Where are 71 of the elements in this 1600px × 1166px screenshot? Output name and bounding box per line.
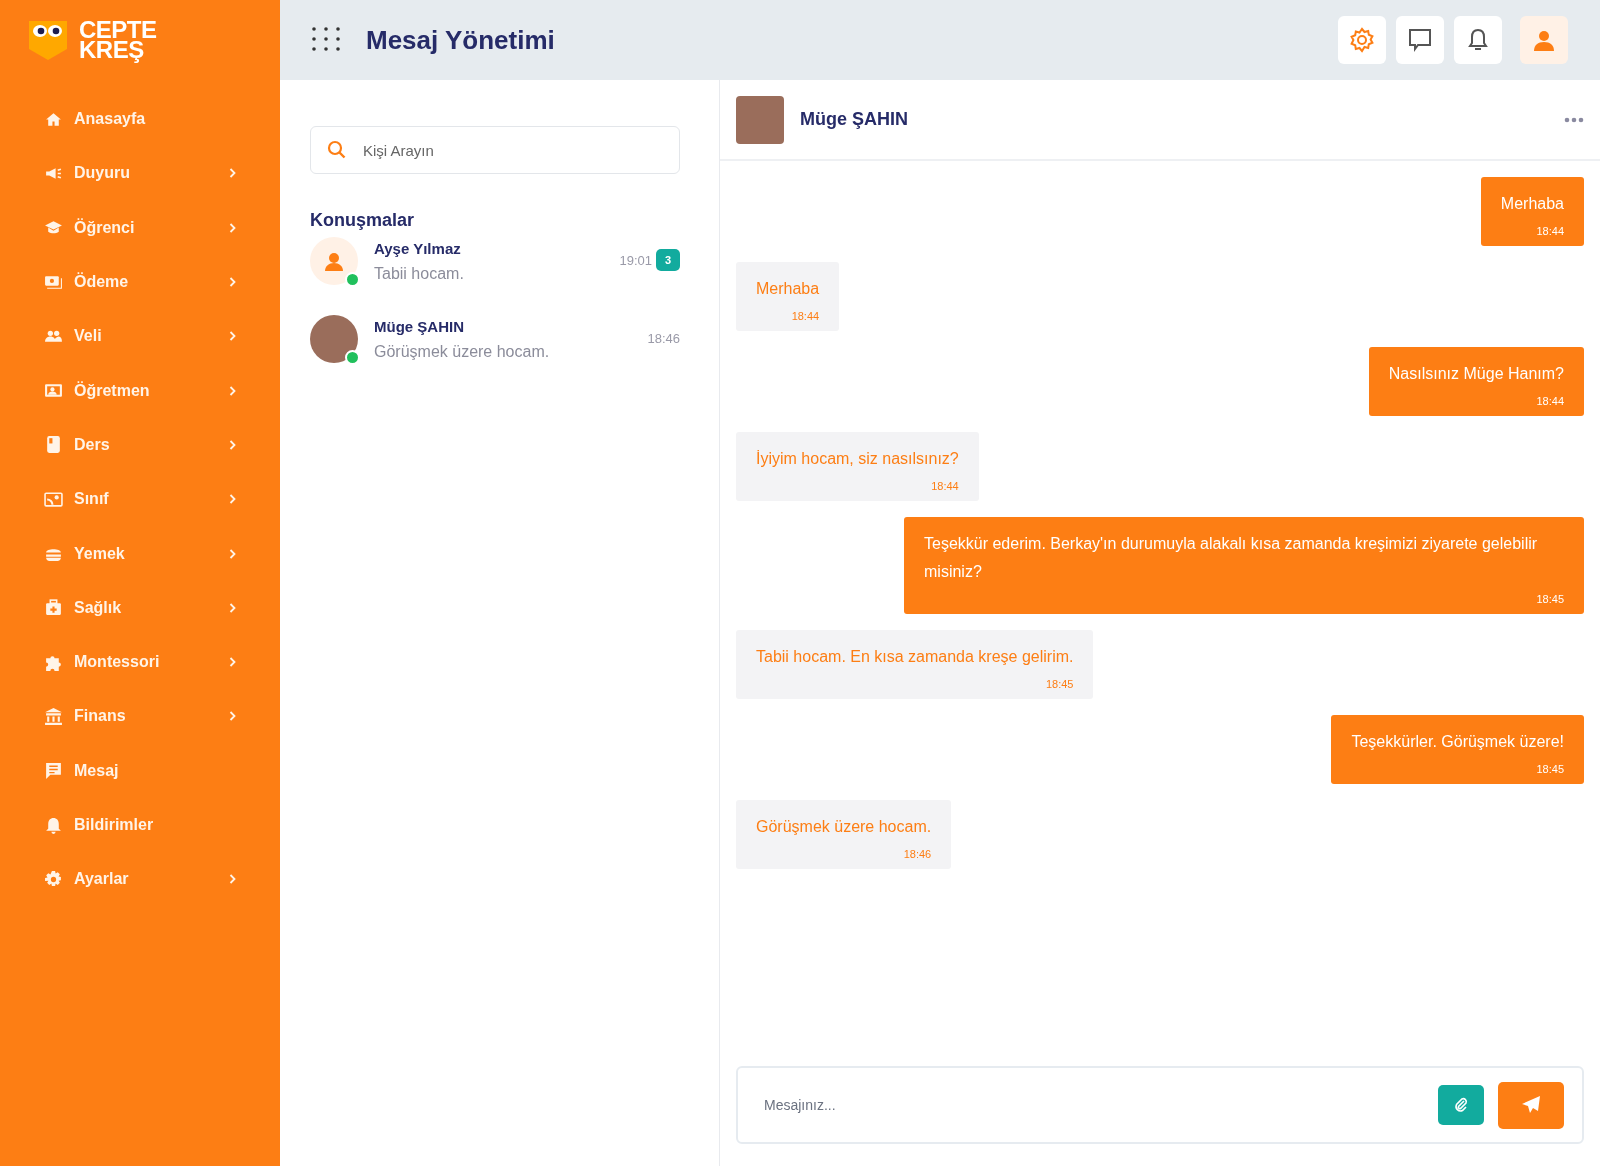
speech-bubble-icon bbox=[1407, 27, 1433, 53]
contact-name: Müge ŞAHIN bbox=[374, 318, 465, 335]
menu-item-icon bbox=[44, 706, 63, 726]
menu-item-icon bbox=[44, 489, 63, 509]
sidebar-item[interactable]: Sınıf bbox=[0, 472, 280, 527]
sidebar-item[interactable]: Anasayfa bbox=[0, 92, 280, 147]
sidebar-item[interactable]: Sağlık bbox=[0, 580, 280, 635]
message-time: 18:45 bbox=[1536, 762, 1564, 776]
sidebar-item[interactable]: Ders bbox=[0, 417, 280, 473]
contact-name: Müge ŞAHIN bbox=[800, 109, 909, 130]
photo-placeholder bbox=[310, 315, 358, 363]
send-icon bbox=[1521, 1095, 1541, 1115]
menu-item-icon bbox=[44, 435, 63, 455]
logo-text: CEPTE bbox=[79, 20, 157, 40]
sidebar-item[interactable]: Ödeme bbox=[0, 254, 280, 310]
message-text: İyiyim hocam, siz nasılsınız? bbox=[756, 449, 959, 469]
sidebar-item[interactable]: Montessori bbox=[0, 634, 280, 690]
notifications-button[interactable] bbox=[1454, 16, 1502, 64]
sidebar-item[interactable]: Öğretmen bbox=[0, 363, 280, 418]
apps-grid-icon[interactable] bbox=[312, 27, 340, 53]
search-field[interactable]: Kişi Arayın bbox=[310, 126, 680, 174]
message-text: Tabii hocam. En kısa zamanda kreşe gelirim. bbox=[756, 647, 1074, 667]
menu-item-icon bbox=[44, 815, 63, 835]
unread-count-badge: 3 bbox=[656, 249, 680, 271]
attach-button[interactable] bbox=[1438, 1085, 1484, 1125]
contact-name: Ayşe Yılmaz bbox=[374, 240, 462, 257]
message-preview: Tabii hocam. bbox=[374, 265, 465, 283]
sidebar-item[interactable]: Finans bbox=[0, 689, 280, 744]
sidebar-item[interactable]: Veli bbox=[0, 309, 280, 364]
message-text: Teşekkür ederim. Berkay'ın durumuyla alakalı kısa zamanda kreşimizi ziyarete gelebilir misiniz? bbox=[924, 534, 1539, 582]
logo-icon bbox=[27, 18, 69, 62]
message-input-field[interactable]: Mesajınız... bbox=[736, 1066, 1584, 1144]
message-text: Nasılsınız Müge Hanım? bbox=[1388, 364, 1564, 384]
photo-placeholder bbox=[736, 95, 784, 144]
menu-item-icon bbox=[44, 869, 63, 889]
sidebar-item[interactable]: Duyuru bbox=[0, 146, 280, 201]
settings-button[interactable] bbox=[1338, 16, 1386, 64]
message-time: 18:45 bbox=[1536, 592, 1564, 606]
chat-button[interactable] bbox=[1396, 16, 1444, 64]
message-time: 18:44 bbox=[931, 479, 959, 493]
message-preview: Görüşmek üzere hocam. bbox=[374, 343, 551, 361]
message-time: 18:46 bbox=[903, 847, 932, 861]
sidebar-item[interactable]: Yemek bbox=[0, 526, 280, 581]
message-time: 18:45 bbox=[1045, 677, 1074, 691]
message-time: 19:01 bbox=[619, 252, 652, 268]
message-text: Teşekkürler. Görüşmek üzere! bbox=[1351, 732, 1564, 752]
send-button[interactable] bbox=[1498, 1081, 1564, 1129]
menu-item-icon bbox=[44, 761, 63, 781]
paperclip-icon bbox=[1454, 1097, 1468, 1113]
more-options-icon[interactable] bbox=[1564, 116, 1584, 123]
menu-item-icon bbox=[44, 598, 63, 618]
sidebar-item[interactable]: Öğrenci bbox=[0, 200, 280, 255]
bell-icon bbox=[1465, 27, 1491, 53]
conversation-item[interactable]: Müge ŞAHIN Görüşmek üzere hocam. 18:46 bbox=[310, 315, 680, 393]
sidebar-item[interactable]: Ayarlar bbox=[0, 852, 280, 907]
message-text: Görüşmek üzere hocam. bbox=[756, 817, 932, 837]
message-time: 18:44 bbox=[1536, 394, 1564, 408]
message-text: Merhaba bbox=[756, 279, 820, 299]
settings-icon bbox=[1349, 27, 1375, 53]
section-heading: Konuşmalar bbox=[310, 210, 416, 231]
message-time: 18:46 bbox=[647, 331, 680, 346]
message-time: 18:44 bbox=[791, 309, 820, 323]
message-text: Merhaba bbox=[1500, 194, 1564, 214]
avatar-icon bbox=[310, 237, 358, 285]
user-avatar-button[interactable] bbox=[1520, 16, 1568, 64]
message-time: 18:44 bbox=[1536, 224, 1564, 238]
sidebar-item[interactable]: Bildirimler bbox=[0, 797, 280, 853]
search-icon bbox=[327, 140, 347, 160]
page-title: Mesaj Yönetimi bbox=[366, 24, 556, 56]
sidebar-item[interactable]: Mesaj bbox=[0, 743, 280, 798]
conversation-item[interactable]: Ayşe Yılmaz Tabii hocam. 19:01 3 bbox=[310, 237, 680, 315]
